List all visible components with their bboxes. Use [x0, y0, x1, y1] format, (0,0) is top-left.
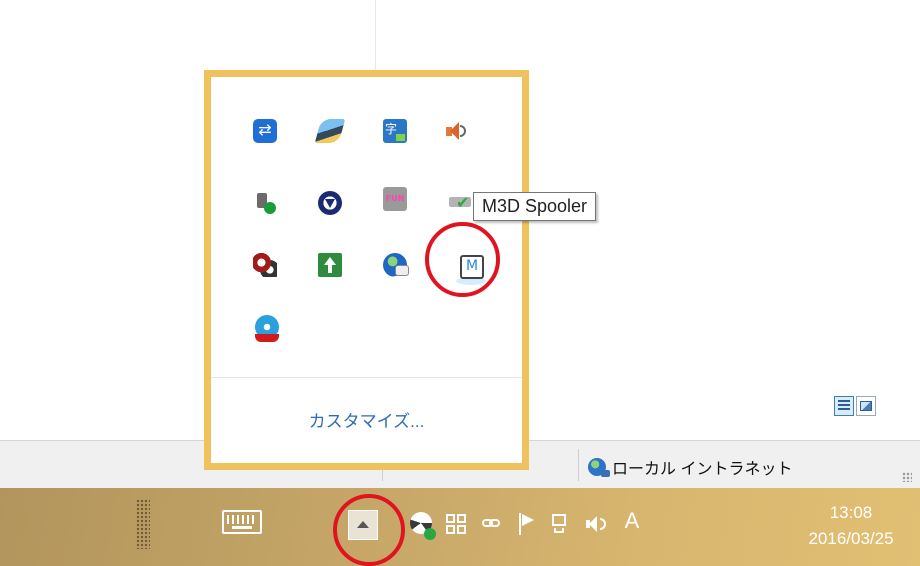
clock-date: 2016/03/25 [808, 529, 894, 548]
disc-burner-icon[interactable] [255, 315, 279, 342]
clock-time: 13:08 [829, 503, 873, 522]
resize-grip-icon[interactable] [902, 472, 912, 482]
picture-view-icon [860, 401, 872, 411]
navigation-icon[interactable] [318, 191, 342, 215]
taskbar: A 13:08 2016/03/25 [0, 488, 920, 566]
link-icon[interactable] [480, 512, 504, 538]
status-separator [578, 449, 579, 481]
update-arrow-icon[interactable] [318, 253, 342, 277]
flag-icon[interactable] [516, 512, 538, 538]
tooltip: M3D Spooler [473, 192, 597, 221]
details-view-button[interactable] [834, 396, 854, 416]
scanner-icon[interactable] [314, 119, 346, 143]
highlight-circle [425, 222, 500, 297]
swirl-check-icon[interactable] [410, 512, 436, 540]
network-icon[interactable] [548, 512, 572, 538]
view-toggle-group [834, 396, 876, 416]
volume-icon[interactable] [584, 512, 608, 538]
ime-mode-indicator[interactable]: A [620, 508, 644, 534]
gear-app-icon[interactable] [253, 253, 277, 277]
security-zone-label: ローカル イントラネット [612, 461, 793, 478]
fun-icon[interactable] [383, 187, 407, 211]
preview-view-button[interactable] [856, 396, 876, 416]
teamviewer-icon[interactable] [253, 119, 277, 143]
drive-ok-icon[interactable] [448, 191, 472, 215]
touch-keyboard-icon[interactable] [222, 510, 262, 534]
globe-chat-icon[interactable] [383, 253, 409, 277]
speaker-icon[interactable] [444, 119, 468, 143]
security-zone[interactable]: ローカル イントラネット [588, 455, 792, 479]
usb-safe-remove-icon[interactable] [253, 191, 277, 215]
details-view-icon [838, 400, 850, 412]
taskbar-clock[interactable]: 13:08 2016/03/25 [796, 500, 906, 552]
ime-dictionary-icon[interactable] [383, 119, 407, 143]
windows-icon[interactable] [446, 512, 468, 538]
highlight-circle [333, 494, 405, 566]
customize-link[interactable]: カスタマイズ... [211, 407, 522, 432]
panel-divider [211, 377, 522, 378]
toolbar-grip-icon[interactable] [136, 499, 150, 549]
intranet-globe-icon [588, 458, 610, 477]
